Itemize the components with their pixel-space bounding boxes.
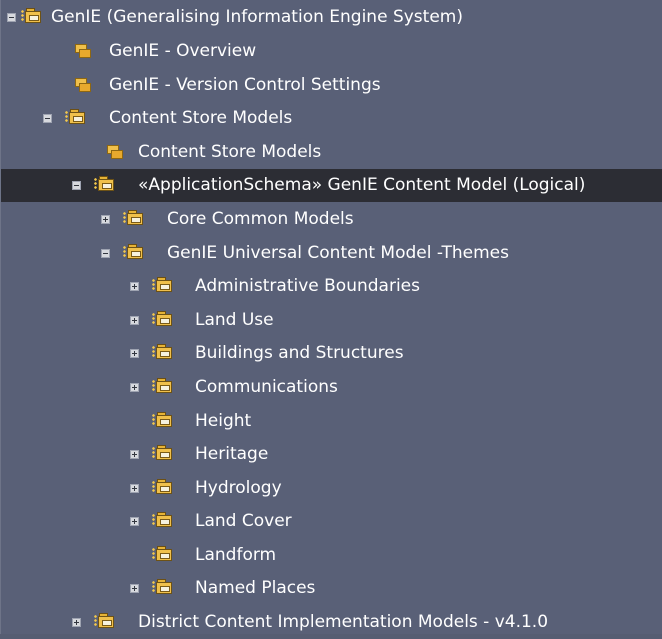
tree-node-label: GenIE - Overview	[109, 41, 257, 61]
collapse-toggle-icon[interactable]	[43, 114, 52, 123]
expand-toggle-icon[interactable]	[130, 584, 139, 593]
tree-node-label: GenIE (Generalising Information Engine S…	[51, 7, 463, 27]
package-icon	[152, 444, 174, 462]
tree-node-named-places[interactable]: Named Places	[1, 572, 662, 605]
tree-node-label: Administrative Boundaries	[195, 276, 420, 296]
expand-toggle-icon[interactable]	[130, 316, 139, 325]
tree-node-universal-content-model-themes[interactable]: GenIE Universal Content Model -Themes	[1, 237, 662, 270]
tree-node-label: Core Common Models	[167, 209, 354, 229]
tree-node-label: Heritage	[195, 444, 269, 464]
tree-node-heritage[interactable]: Heritage	[1, 438, 662, 471]
package-icon	[152, 478, 174, 496]
tree-node-genie-content-model-logical[interactable]: «ApplicationSchema» GenIE Content Model …	[1, 169, 662, 202]
package-icon	[152, 276, 174, 294]
tree-node-label: GenIE - Version Control Settings	[109, 75, 381, 95]
tree-node-genie-overview[interactable]: GenIE - Overview	[1, 35, 662, 68]
tree-node-genie-version-control[interactable]: GenIE - Version Control Settings	[1, 69, 662, 102]
expand-toggle-icon[interactable]	[130, 517, 139, 526]
package-icon	[94, 612, 116, 630]
expand-toggle-icon[interactable]	[130, 349, 139, 358]
expand-toggle-icon[interactable]	[130, 383, 139, 392]
tree-node-label: Land Use	[195, 310, 274, 330]
tree-node-content-store-models-diagram[interactable]: Content Store Models	[1, 136, 662, 169]
package-icon	[152, 545, 174, 563]
tree-node-label: Content Store Models	[138, 142, 322, 162]
package-icon	[21, 7, 43, 25]
tree-node-core-common-models[interactable]: Core Common Models	[1, 203, 662, 236]
collapse-toggle-icon[interactable]	[101, 249, 110, 258]
tree-node-hydrology[interactable]: Hydrology	[1, 472, 662, 505]
tree-node-label: Height	[195, 411, 252, 431]
package-icon	[152, 578, 174, 596]
tree-node-land-use[interactable]: Land Use	[1, 304, 662, 337]
tree-node-landform[interactable]: Landform	[1, 539, 662, 572]
tree-node-label: Communications	[195, 377, 338, 397]
expand-toggle-icon[interactable]	[130, 484, 139, 493]
tree-node-label: Landform	[195, 545, 277, 565]
tree-node-administrative-boundaries[interactable]: Administrative Boundaries	[1, 270, 662, 303]
tree-node-content-store-models[interactable]: Content Store Models	[1, 102, 662, 135]
project-browser-tree: GenIE (Generalising Information Engine S…	[0, 0, 662, 634]
tree-node-buildings-and-structures[interactable]: Buildings and Structures	[1, 337, 662, 370]
tree-node-height[interactable]: Height	[1, 405, 662, 438]
tree-node-communications[interactable]: Communications	[1, 371, 662, 404]
tree-node-label: Hydrology	[195, 478, 282, 498]
tree-node-label: GenIE Universal Content Model -Themes	[167, 243, 509, 263]
tree-node-label: Named Places	[195, 578, 316, 598]
package-icon	[94, 175, 116, 193]
tree-node-district-content-implementation-models[interactable]: District Content Implementation Models -…	[1, 606, 662, 639]
tree-node-label: Buildings and Structures	[195, 343, 404, 363]
package-icon	[152, 343, 174, 361]
tree-node-genie-root[interactable]: GenIE (Generalising Information Engine S…	[1, 1, 662, 34]
tree-node-label: District Content Implementation Models -…	[138, 612, 549, 632]
package-icon	[65, 108, 87, 126]
package-icon	[123, 243, 145, 261]
diagram-icon	[73, 77, 91, 93]
expand-toggle-icon[interactable]	[130, 282, 139, 291]
collapse-toggle-icon[interactable]	[7, 13, 16, 22]
tree-node-label: Land Cover	[195, 511, 292, 531]
package-icon	[152, 411, 174, 429]
expand-toggle-icon[interactable]	[130, 450, 139, 459]
package-icon	[123, 209, 145, 227]
tree-node-label: «ApplicationSchema» GenIE Content Model …	[138, 175, 586, 195]
package-icon	[152, 377, 174, 395]
diagram-icon	[105, 144, 123, 160]
expand-toggle-icon[interactable]	[72, 618, 81, 627]
package-icon	[152, 511, 174, 529]
diagram-icon	[73, 43, 91, 59]
collapse-toggle-icon[interactable]	[72, 181, 81, 190]
tree-node-label: Content Store Models	[109, 108, 293, 128]
expand-toggle-icon[interactable]	[101, 215, 110, 224]
tree-node-land-cover[interactable]: Land Cover	[1, 505, 662, 538]
package-icon	[152, 310, 174, 328]
